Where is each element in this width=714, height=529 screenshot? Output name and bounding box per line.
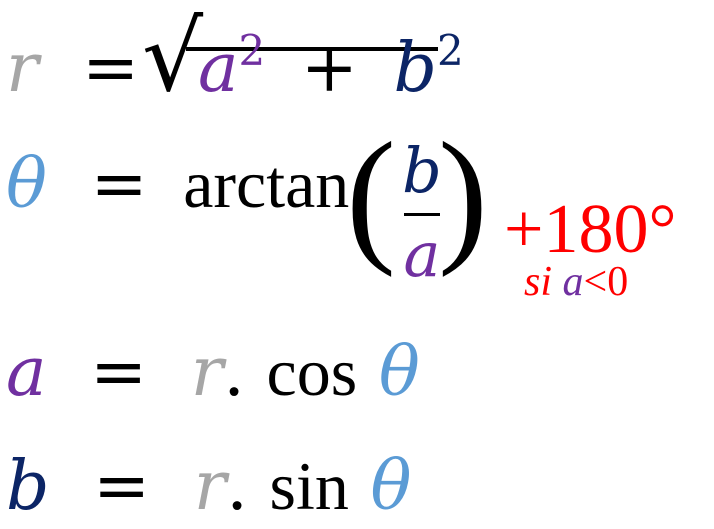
numerator-b: b	[402, 134, 442, 207]
cond-a: a	[562, 259, 584, 305]
var-r: r	[193, 447, 227, 526]
plus-sign: +	[300, 29, 358, 108]
left-paren: (	[346, 112, 396, 278]
condition-note: si a<0	[524, 258, 628, 306]
var-b: b	[6, 447, 50, 526]
var-theta: θ	[6, 145, 47, 224]
cond-lt-zero: <0	[583, 259, 629, 305]
equals-sign: =	[90, 145, 148, 224]
equals-sign: =	[82, 29, 140, 108]
right-paren: )	[438, 112, 488, 278]
equation-a: a = r. cos θ	[6, 338, 420, 407]
cond-si: si	[524, 259, 553, 305]
var-theta: θ	[378, 333, 420, 412]
dot: .	[226, 447, 248, 526]
equation-r: r = √ a2 + b2	[6, 9, 464, 105]
exponent-b: 2	[437, 26, 464, 75]
equals-sign: =	[90, 333, 148, 412]
equals-sign: =	[93, 447, 151, 526]
fn-cos: cos	[266, 334, 358, 410]
denominator-a: a	[403, 218, 441, 291]
fraction-bar	[404, 213, 440, 216]
var-a: a	[6, 333, 47, 412]
var-a: a	[198, 29, 239, 108]
var-theta: θ	[370, 447, 412, 526]
exponent-a: 2	[238, 26, 266, 75]
sqrt-sign: √	[142, 1, 204, 113]
equation-b: b = r. sin θ	[6, 452, 411, 521]
var-r: r	[6, 29, 39, 108]
dot: .	[223, 333, 245, 412]
var-r: r	[190, 333, 224, 412]
fn-arctan: arctan	[183, 146, 350, 222]
var-b: b	[393, 29, 438, 108]
fn-sin: sin	[269, 448, 349, 524]
equation-theta: θ = arctan ( b a )	[6, 120, 488, 286]
